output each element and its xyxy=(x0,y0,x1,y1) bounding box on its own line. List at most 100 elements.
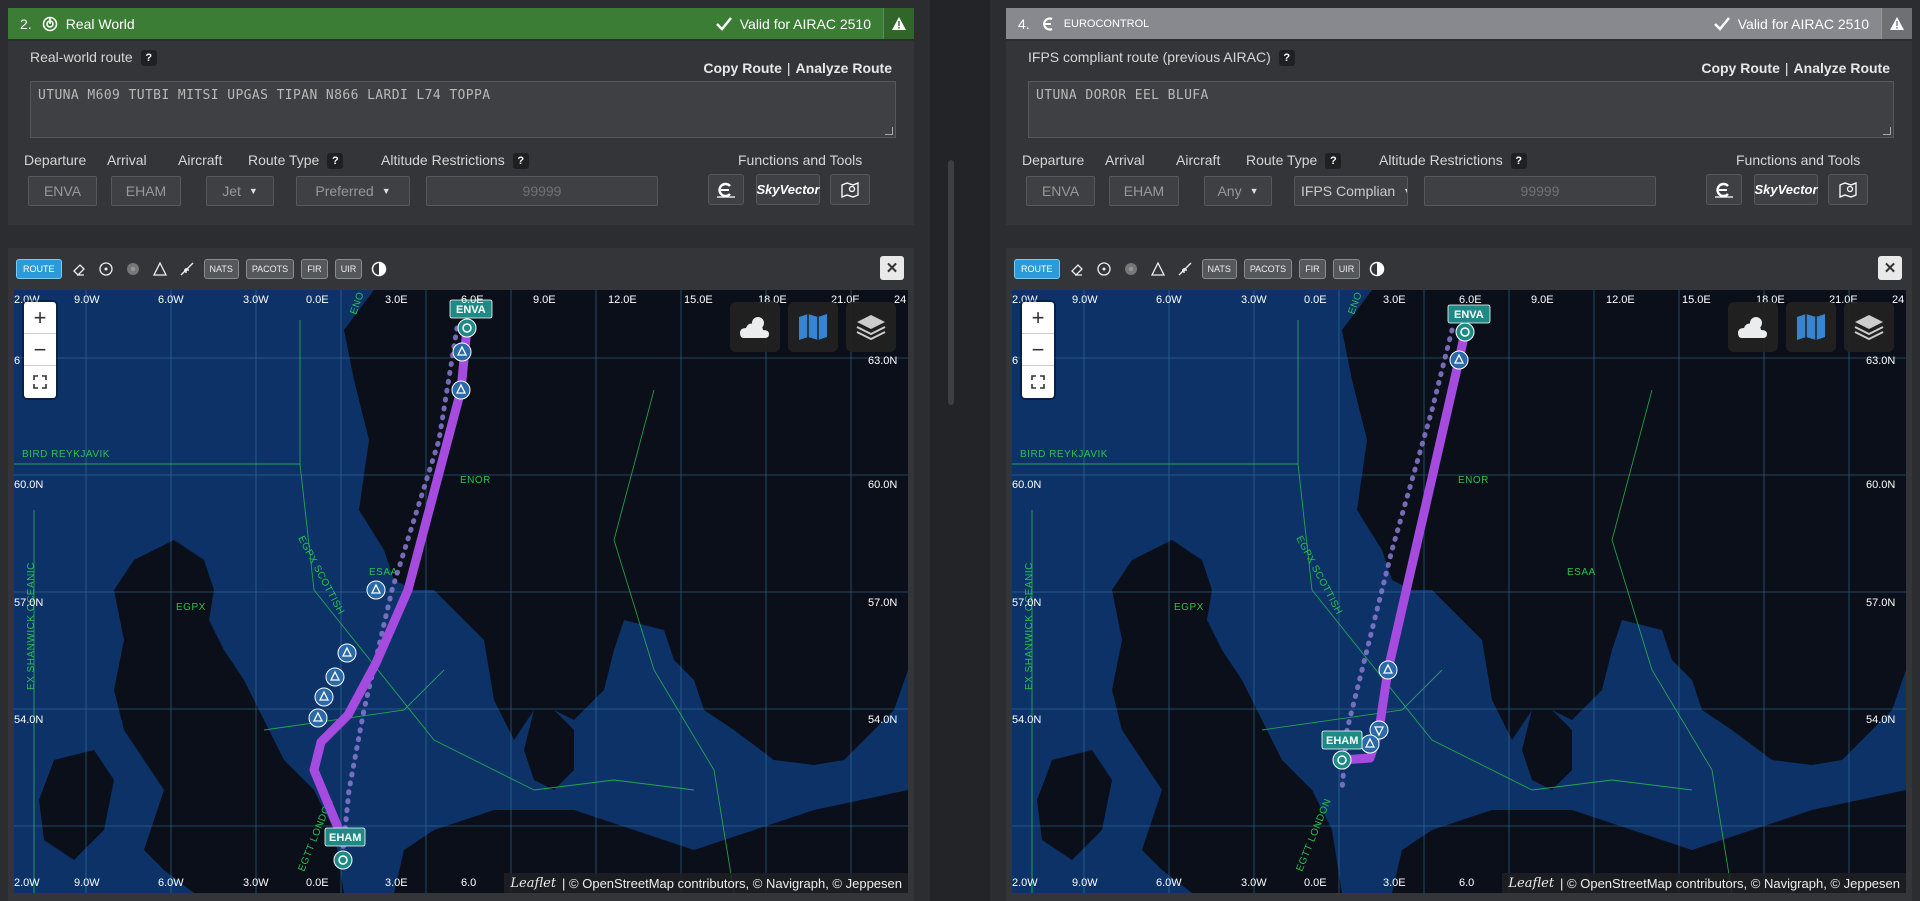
weather-button[interactable] xyxy=(730,302,780,352)
analyze-route-link[interactable]: Analyze Route xyxy=(796,60,892,76)
map-type-button[interactable] xyxy=(1786,302,1836,352)
pacots-toggle[interactable]: PACOTS xyxy=(245,259,295,279)
waypoint-icon[interactable] xyxy=(1449,350,1469,370)
skyvector-button[interactable]: SkyVector xyxy=(1754,174,1818,205)
nats-toggle[interactable]: NATS xyxy=(203,259,239,279)
airway-icon[interactable] xyxy=(177,259,197,279)
contrast-icon[interactable] xyxy=(1367,259,1387,279)
resize-handle[interactable] xyxy=(885,127,893,135)
panel-title: EUROCONTROL xyxy=(1063,17,1150,30)
help-icon[interactable]: ? xyxy=(140,50,157,67)
altitude-label: Altitude Restrictions? xyxy=(1379,152,1527,170)
tools-label: Functions and Tools xyxy=(738,152,863,168)
eraser-icon[interactable] xyxy=(1067,259,1087,279)
weather-button[interactable] xyxy=(1728,302,1778,352)
warning-button[interactable] xyxy=(1881,8,1912,39)
airport-icon[interactable] xyxy=(1332,750,1352,770)
waypoint-icon[interactable] xyxy=(314,687,334,707)
svg-text:9.0E: 9.0E xyxy=(1531,294,1554,306)
waypoint-icon[interactable] xyxy=(1360,734,1380,754)
route-type-select[interactable]: Preferred ▼ xyxy=(296,176,410,206)
fullscreen-button[interactable] xyxy=(24,366,56,398)
vor-icon[interactable] xyxy=(1094,259,1114,279)
waypoint-icon[interactable] xyxy=(451,380,471,400)
fir-toggle[interactable]: FIR xyxy=(301,259,328,279)
eraser-icon[interactable] xyxy=(69,259,89,279)
close-map-button[interactable]: ✕ xyxy=(1878,256,1902,280)
panel-divider[interactable] xyxy=(930,0,990,901)
arrival-field[interactable]: EHAM xyxy=(1109,176,1179,206)
svg-text:3.0W: 3.0W xyxy=(243,294,269,306)
waypoint-icon[interactable] xyxy=(325,667,345,687)
close-icon: ✕ xyxy=(885,260,899,277)
zoom-out-button[interactable]: − xyxy=(1022,334,1054,366)
departure-field[interactable]: ENVA xyxy=(28,176,97,206)
help-icon[interactable]: ? xyxy=(327,153,344,170)
skyvector-button[interactable]: SkyVector xyxy=(756,174,820,205)
route-textarea[interactable]: UTUNA DOROR EEL BLUFA xyxy=(1028,81,1894,138)
route-toggle[interactable]: ROUTE xyxy=(1014,259,1060,279)
help-icon[interactable]: ? xyxy=(512,153,529,170)
zoom-in-button[interactable]: + xyxy=(24,302,56,334)
vor-icon[interactable] xyxy=(96,259,116,279)
route-type-select[interactable]: IFPS Complian▼ xyxy=(1294,176,1408,206)
leaflet-link[interactable]: Leaflet xyxy=(510,876,556,891)
map-type-button[interactable] xyxy=(788,302,838,352)
airport-icon[interactable] xyxy=(457,318,477,338)
route-map[interactable]: BIRD REYKJAVIK ENOR EGPX ESAA EGPX SCOTT… xyxy=(1012,290,1906,893)
route-map[interactable]: BIRD REYKJAVIK ENOR EGPX ESAA EGPX SCOTT… xyxy=(14,290,908,893)
copy-route-link[interactable]: Copy Route xyxy=(703,60,782,76)
analyze-route-link[interactable]: Analyze Route xyxy=(1794,60,1890,76)
close-map-button[interactable]: ✕ xyxy=(880,256,904,280)
airport-icon[interactable] xyxy=(1455,322,1475,342)
ndb-icon[interactable] xyxy=(1121,259,1141,279)
svg-text:0.0E: 0.0E xyxy=(1304,877,1327,889)
aircraft-select[interactable]: Any ▼ xyxy=(1204,176,1272,206)
divider-grip[interactable] xyxy=(948,160,954,405)
layers-icon xyxy=(1854,315,1884,341)
waypoint-icon[interactable] xyxy=(366,580,386,600)
help-icon[interactable]: ? xyxy=(1325,153,1342,170)
uir-toggle[interactable]: UIR xyxy=(334,259,363,279)
map-tool-button[interactable] xyxy=(1828,174,1868,205)
fullscreen-button[interactable] xyxy=(1022,366,1054,398)
waypoint-icon[interactable] xyxy=(1148,259,1168,279)
zoom-out-button[interactable]: − xyxy=(24,334,56,366)
tools-label: Functions and Tools xyxy=(1736,152,1861,168)
arrival-field[interactable]: EHAM xyxy=(111,176,181,206)
copy-route-link[interactable]: Copy Route xyxy=(1701,60,1780,76)
contrast-icon[interactable] xyxy=(369,259,389,279)
map-tool-button[interactable] xyxy=(830,174,870,205)
waypoint-icon[interactable] xyxy=(452,342,472,362)
checkmark-icon xyxy=(715,16,732,31)
leaflet-link[interactable]: Leaflet xyxy=(1508,876,1554,891)
aircraft-select[interactable]: Jet ▼ xyxy=(206,176,274,206)
eurocontrol-tool-button[interactable] xyxy=(1706,174,1742,205)
pacots-toggle[interactable]: PACOTS xyxy=(1243,259,1293,279)
svg-text:6.0W: 6.0W xyxy=(1156,294,1182,306)
eurocontrol-tool-button[interactable] xyxy=(708,174,744,205)
route-toggle[interactable]: ROUTE xyxy=(16,259,62,279)
zoom-in-button[interactable]: + xyxy=(1022,302,1054,334)
help-icon[interactable]: ? xyxy=(1510,153,1527,170)
altitude-input[interactable]: 99999 xyxy=(1424,176,1656,206)
uir-toggle[interactable]: UIR xyxy=(1332,259,1361,279)
waypoint-icon[interactable] xyxy=(1378,660,1398,680)
airway-icon[interactable] xyxy=(1175,259,1195,279)
layers-button[interactable] xyxy=(1844,302,1894,352)
route-textarea[interactable]: UTUNA M609 TUTBI MITSI UPGAS TIPAN N866 … xyxy=(30,81,896,138)
waypoint-icon[interactable] xyxy=(150,259,170,279)
waypoint-icon[interactable] xyxy=(308,708,328,728)
waypoint-icon[interactable] xyxy=(337,643,357,663)
altitude-input[interactable]: 99999 xyxy=(426,176,658,206)
resize-handle[interactable] xyxy=(1883,127,1891,135)
fir-toggle[interactable]: FIR xyxy=(1299,259,1326,279)
valid-text: Valid for AIRAC 2510 xyxy=(739,15,871,32)
warning-button[interactable] xyxy=(883,8,914,39)
nats-toggle[interactable]: NATS xyxy=(1201,259,1237,279)
help-icon[interactable]: ? xyxy=(1278,50,1295,67)
departure-field[interactable]: ENVA xyxy=(1026,176,1095,206)
ndb-icon[interactable] xyxy=(123,259,143,279)
airport-icon[interactable] xyxy=(333,850,353,870)
layers-button[interactable] xyxy=(846,302,896,352)
